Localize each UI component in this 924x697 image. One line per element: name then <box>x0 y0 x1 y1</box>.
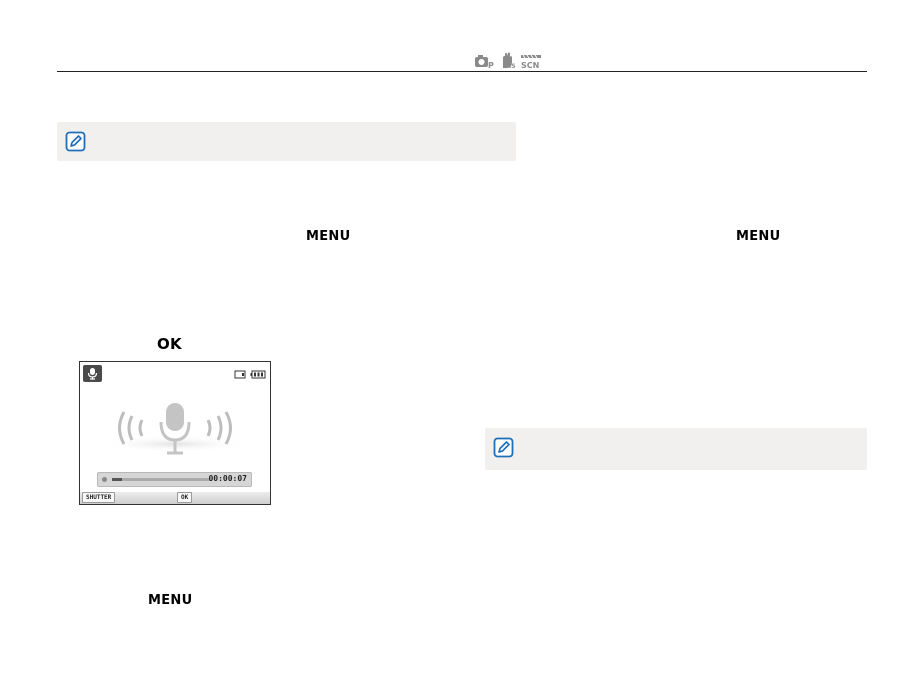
ok-softkey[interactable]: OK <box>177 492 193 503</box>
microphone-icon <box>157 400 193 465</box>
ok-key-label: OK <box>157 335 182 353</box>
note-pencil-icon <box>493 437 514 458</box>
note-box <box>57 122 516 161</box>
mode-icons: P IS SCN <box>474 52 542 74</box>
shutter-softkey[interactable]: SHUTTER <box>82 492 116 503</box>
note-pencil-icon <box>65 131 86 152</box>
camera-op-icon: P <box>474 54 496 74</box>
battery-icon <box>250 366 266 384</box>
svg-text:IS: IS <box>509 63 516 69</box>
memory-card-icon <box>234 366 246 384</box>
softkey-bar: SHUTTER OK <box>80 492 270 504</box>
scene-icon: SCN <box>520 54 542 74</box>
record-dot <box>102 477 107 482</box>
svg-text:SCN: SCN <box>521 61 539 69</box>
progress-track <box>112 478 210 481</box>
menu-key-label: MENU <box>148 593 193 608</box>
voice-memo-icon <box>83 365 102 382</box>
header-rule <box>57 71 867 72</box>
record-time: 00:00:07 <box>208 474 247 483</box>
svg-text:P: P <box>488 61 494 69</box>
menu-key-label: MENU <box>306 229 351 244</box>
lcd-screen: 00:00:07 SHUTTER OK <box>79 361 271 505</box>
menu-key-label: MENU <box>736 229 781 244</box>
progress-fill <box>112 478 122 481</box>
recording-progress-bar: 00:00:07 <box>97 472 252 487</box>
dual-is-icon: IS <box>500 52 516 74</box>
note-box <box>485 428 867 470</box>
